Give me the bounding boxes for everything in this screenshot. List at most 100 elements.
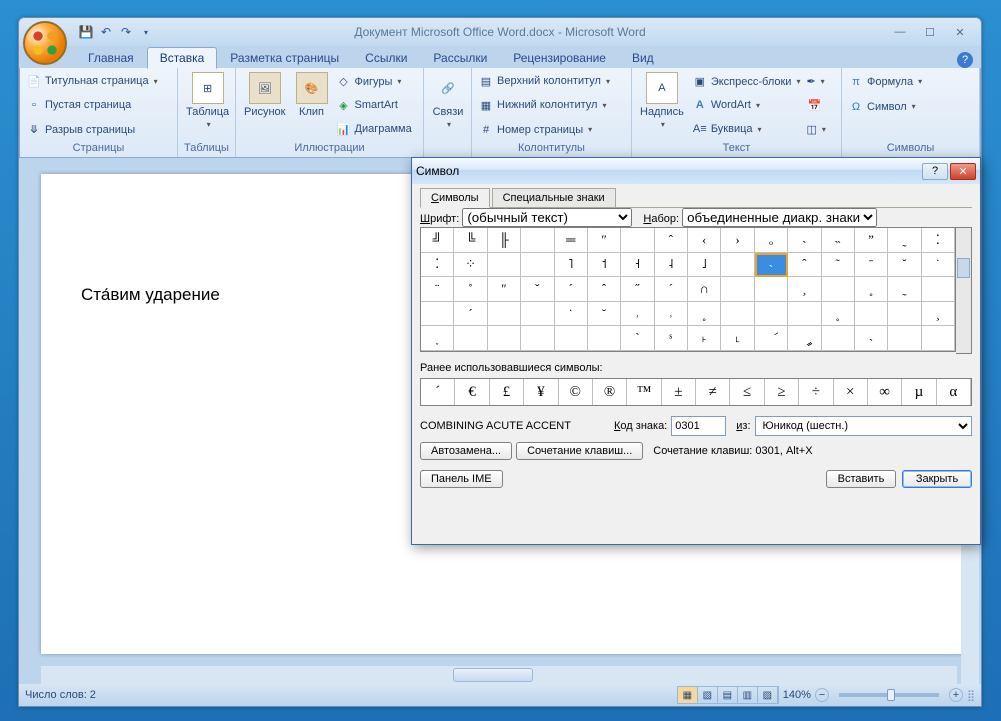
- view-buttons[interactable]: ▦▧▤▥▨: [677, 686, 779, 704]
- recent-char-cell[interactable]: ≥: [765, 379, 799, 405]
- close-button[interactable]: ✕: [949, 25, 971, 40]
- recent-char-cell[interactable]: ´: [421, 379, 455, 405]
- char-cell[interactable]: ˒: [655, 302, 688, 327]
- char-cell[interactable]: [454, 326, 487, 351]
- recent-char-cell[interactable]: ¥: [524, 379, 558, 405]
- smartart-button[interactable]: ◈SmartArt: [334, 96, 414, 114]
- char-cell[interactable]: ⁚: [421, 253, 454, 278]
- char-cell[interactable]: ″: [488, 277, 521, 302]
- char-cell[interactable]: ¸: [788, 277, 821, 302]
- char-cell[interactable]: ›: [721, 228, 754, 253]
- from-select[interactable]: Юникод (шестн.): [755, 416, 972, 436]
- char-cell[interactable]: [521, 326, 554, 351]
- recent-char-cell[interactable]: ™: [627, 379, 661, 405]
- chart-button[interactable]: 📊Диаграмма: [334, 120, 414, 138]
- char-cell[interactable]: ˥: [555, 253, 588, 278]
- picture-button[interactable]: 🖼Рисунок: [240, 70, 290, 141]
- ime-panel-button[interactable]: Панель IME: [420, 470, 503, 488]
- char-cell[interactable]: ₒ: [755, 228, 788, 253]
- char-cell[interactable]: [788, 302, 821, 327]
- char-cell[interactable]: ∩: [688, 277, 721, 302]
- char-cell[interactable]: ީ: [788, 326, 821, 351]
- char-cell[interactable]: ⁚: [922, 228, 955, 253]
- recent-char-cell[interactable]: µ: [902, 379, 936, 405]
- save-icon[interactable]: 💾: [77, 23, 95, 41]
- char-cell[interactable]: ˝: [621, 277, 654, 302]
- recent-char-cell[interactable]: €: [455, 379, 489, 405]
- char-cell[interactable]: ˚: [454, 277, 487, 302]
- recent-char-cell[interactable]: ∞: [868, 379, 902, 405]
- char-cell[interactable]: ˜: [822, 253, 855, 278]
- recent-char-cell[interactable]: ÷: [799, 379, 833, 405]
- char-cell[interactable]: ═: [555, 228, 588, 253]
- char-cell[interactable]: ˳: [688, 302, 721, 327]
- char-cell[interactable]: [922, 326, 955, 351]
- char-cell[interactable]: ˆ: [655, 228, 688, 253]
- char-cell[interactable]: [855, 302, 888, 327]
- dialog-help-button[interactable]: ?: [922, 163, 948, 180]
- char-cell[interactable]: ˉ: [855, 253, 888, 278]
- char-cell[interactable]: ˴: [855, 326, 888, 351]
- char-cell[interactable]: ╝: [421, 228, 454, 253]
- minimize-button[interactable]: —: [889, 25, 911, 40]
- clip-button[interactable]: 🎨Клип: [292, 70, 332, 141]
- maximize-button[interactable]: ☐: [919, 25, 941, 40]
- recent-char-cell[interactable]: ®: [593, 379, 627, 405]
- char-cell[interactable]: [888, 326, 921, 351]
- header-button[interactable]: ▤Верхний колонтитул▾: [476, 72, 627, 90]
- datetime-button[interactable]: 📅: [804, 96, 824, 114]
- grid-scrollbar[interactable]: [956, 227, 972, 354]
- char-cell[interactable]: [488, 302, 521, 327]
- tab-page-layout[interactable]: Разметка страницы: [217, 47, 352, 68]
- redo-icon[interactable]: ↷: [117, 23, 135, 41]
- char-cell[interactable]: [721, 277, 754, 302]
- char-cell[interactable]: [922, 277, 955, 302]
- tab-references[interactable]: Ссылки: [352, 47, 420, 68]
- tab-home[interactable]: Главная: [75, 47, 147, 68]
- char-cell[interactable]: ╚: [454, 228, 487, 253]
- char-cell[interactable]: ˋ: [621, 326, 654, 351]
- dropcap-button[interactable]: A≡Буквица▾: [690, 120, 803, 138]
- zoom-out-button[interactable]: −: [815, 688, 829, 702]
- char-cell[interactable]: ˯: [421, 326, 454, 351]
- char-cell[interactable]: [521, 228, 554, 253]
- char-cell[interactable]: ˓: [621, 302, 654, 327]
- char-cell[interactable]: [621, 228, 654, 253]
- horizontal-scrollbar[interactable]: [41, 666, 957, 684]
- char-cell[interactable]: [721, 302, 754, 327]
- char-cell[interactable]: ˊ: [454, 302, 487, 327]
- tab-view[interactable]: Вид: [619, 47, 667, 68]
- tab-mailings[interactable]: Рассылки: [420, 47, 500, 68]
- page-number-button[interactable]: #Номер страницы▾: [476, 121, 627, 139]
- char-cell[interactable]: ˵: [822, 228, 855, 253]
- wordart-button[interactable]: AWordArt▾: [690, 96, 803, 114]
- char-cell[interactable]: ‹: [688, 228, 721, 253]
- char-cell[interactable]: ˨: [655, 253, 688, 278]
- char-cell[interactable]: ´: [655, 277, 688, 302]
- links-button[interactable]: 🔗Связи▾: [428, 70, 468, 153]
- recent-char-cell[interactable]: ≤: [730, 379, 764, 405]
- formula-button[interactable]: πФормула▾: [846, 73, 975, 91]
- tab-special-chars[interactable]: Специальные знаки: [492, 188, 616, 208]
- char-cell[interactable]: ˧: [621, 253, 654, 278]
- char-cell[interactable]: ˇ: [521, 277, 554, 302]
- char-cell[interactable]: ˫: [688, 326, 721, 351]
- char-cell[interactable]: ⁘: [454, 253, 487, 278]
- recent-char-cell[interactable]: ©: [559, 379, 593, 405]
- tab-insert[interactable]: Вставка: [147, 47, 218, 69]
- undo-icon[interactable]: ↶: [97, 23, 115, 41]
- char-cell[interactable]: ަ: [755, 326, 788, 351]
- char-cell[interactable]: [488, 326, 521, 351]
- char-cell[interactable]: [822, 277, 855, 302]
- code-input[interactable]: [671, 416, 726, 436]
- char-cell[interactable]: [555, 326, 588, 351]
- char-cell[interactable]: [822, 326, 855, 351]
- cover-page-button[interactable]: 📄Титульная страница▾: [24, 72, 173, 90]
- char-cell[interactable]: ˩: [688, 253, 721, 278]
- char-cell[interactable]: [755, 302, 788, 327]
- char-cell[interactable]: ˆ: [788, 253, 821, 278]
- set-select[interactable]: объединенные диакр. знаки: [682, 208, 877, 227]
- help-icon[interactable]: ?: [957, 52, 973, 68]
- tab-review[interactable]: Рецензирование: [500, 47, 619, 68]
- char-cell[interactable]: ˢ: [655, 326, 688, 351]
